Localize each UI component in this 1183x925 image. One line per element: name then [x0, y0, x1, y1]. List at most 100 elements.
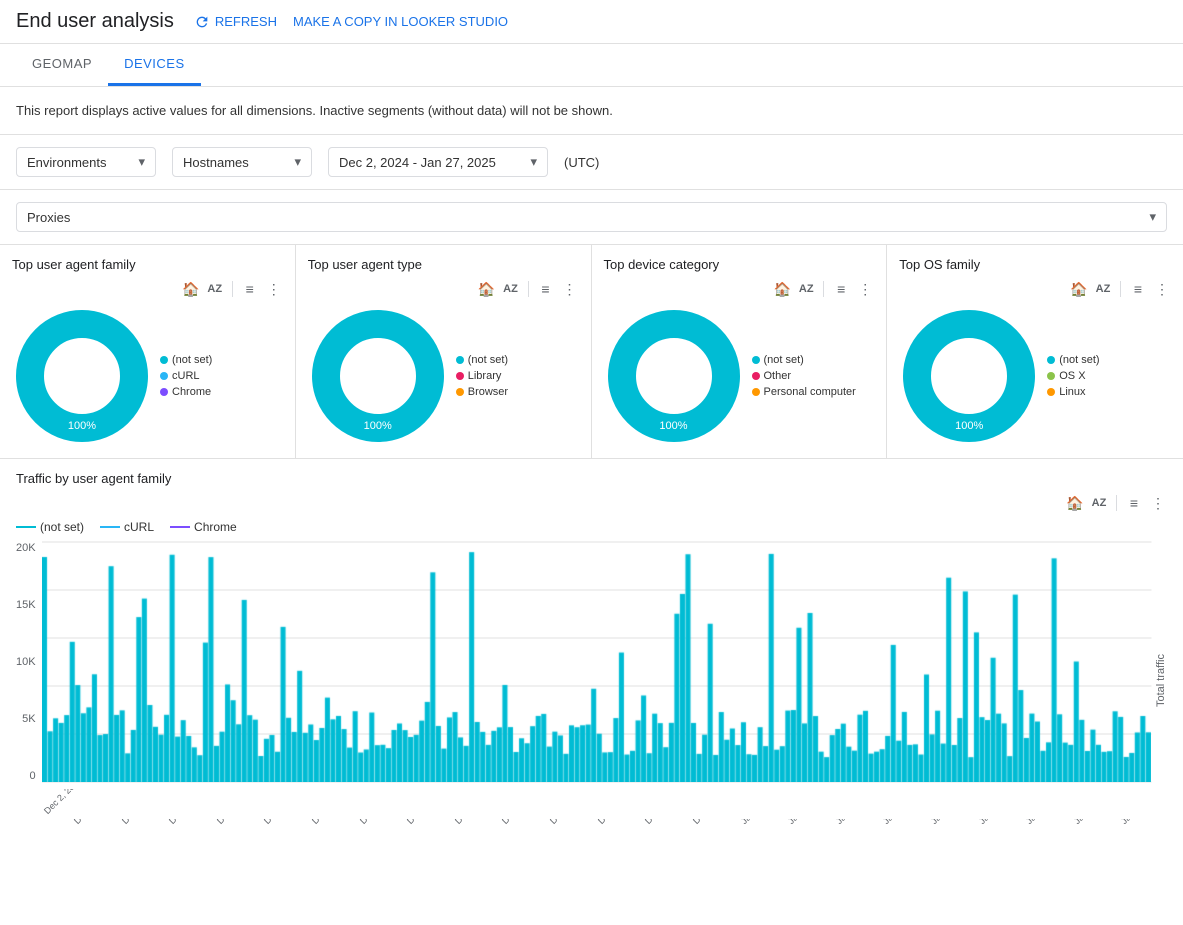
- legend-item-1-2: cURL: [160, 370, 212, 382]
- donut-label-3: 100%: [659, 420, 687, 432]
- traffic-chart-area: 20K 15K 10K 5K 0 Dec 2, 2024, 12AM: [16, 542, 1167, 819]
- az-icon-2[interactable]: AZ: [502, 280, 520, 298]
- chart-title-user-agent-type: Top user agent type: [308, 257, 579, 272]
- date-chevron-icon: ▾: [530, 154, 537, 170]
- home-icon-4[interactable]: 🏠: [1070, 280, 1088, 298]
- traffic-legend-line-2: [100, 526, 120, 528]
- hostnames-chevron-icon: ▾: [294, 154, 301, 170]
- chart-card-os-family: Top OS family 🏠 AZ ≡ ⋮ 100% (not set): [887, 245, 1183, 458]
- filters-row-1: Environments ▾ Hostnames ▾ Dec 2, 2024 -…: [0, 135, 1183, 190]
- traffic-legend-label-1: (not set): [40, 520, 84, 534]
- more-icon-1[interactable]: ⋮: [265, 280, 283, 298]
- filter-icon-traffic[interactable]: ≡: [1125, 494, 1143, 512]
- proxies-chevron-icon: ▾: [1149, 209, 1156, 225]
- tab-geomap[interactable]: GEOMAP: [16, 44, 108, 86]
- chart-toolbar-3: 🏠 AZ ≡ ⋮: [604, 280, 875, 298]
- az-icon-1[interactable]: AZ: [206, 280, 224, 298]
- legend-dot-3-3: [752, 388, 760, 396]
- info-bar: This report displays active values for a…: [0, 87, 1183, 135]
- more-icon-4[interactable]: ⋮: [1153, 280, 1171, 298]
- legend-label-3-3: Personal computer: [764, 386, 856, 398]
- chart-title-os-family: Top OS family: [899, 257, 1171, 272]
- legend-label-1-3: Chrome: [172, 386, 211, 398]
- donut-chart-3: 100%: [604, 306, 744, 446]
- legend-dot-4-3: [1047, 388, 1055, 396]
- info-text: This report displays active values for a…: [16, 103, 613, 118]
- environments-label: Environments: [27, 155, 106, 170]
- legend-label-3-1: (not set): [764, 354, 804, 366]
- x-label: Dec 2, 2024, 12AM: [42, 789, 104, 816]
- donut-chart-2: 100%: [308, 306, 448, 446]
- filter-icon-2[interactable]: ≡: [537, 280, 555, 298]
- legend-label-2-1: (not set): [468, 354, 508, 366]
- chart-toolbar-2: 🏠 AZ ≡ ⋮: [308, 280, 579, 298]
- filter-icon-4[interactable]: ≡: [1129, 280, 1147, 298]
- legend-label-2-3: Browser: [468, 386, 508, 398]
- legend-dot-1-1: [160, 356, 168, 364]
- az-icon-3[interactable]: AZ: [797, 280, 815, 298]
- tabs-bar: GEOMAP DEVICES: [0, 44, 1183, 87]
- legend-dot-1-2: [160, 372, 168, 380]
- legend-3: (not set) Other Personal computer: [752, 354, 856, 398]
- proxies-filter[interactable]: Proxies ▾: [16, 202, 1167, 232]
- chart-title-user-agent-family: Top user agent family: [12, 257, 283, 272]
- x-axis-labels: Dec 2, 2024, 12AM: [42, 789, 1151, 819]
- legend-1: (not set) cURL Chrome: [160, 354, 212, 398]
- legend-item-3-1: (not set): [752, 354, 856, 366]
- chart-card-user-agent-type: Top user agent type 🏠 AZ ≡ ⋮ 100% (not s…: [296, 245, 592, 458]
- donut-chart-1: 100%: [12, 306, 152, 446]
- filter-icon-1[interactable]: ≡: [241, 280, 259, 298]
- more-icon-3[interactable]: ⋮: [856, 280, 874, 298]
- donut-label-2: 100%: [364, 420, 392, 432]
- filter-icon-3[interactable]: ≡: [832, 280, 850, 298]
- tab-devices[interactable]: DEVICES: [108, 44, 201, 86]
- x-axis-container: Dec 2, 2024, 12AMDec 4, 2024, 5AMDec 6, …: [72, 819, 1167, 899]
- traffic-legend-line-3: [170, 526, 190, 528]
- environments-filter[interactable]: Environments ▾: [16, 147, 156, 177]
- copy-button[interactable]: MAKE A COPY IN LOOKER STUDIO: [293, 14, 508, 29]
- traffic-title: Traffic by user agent family: [16, 471, 1167, 486]
- hostnames-filter[interactable]: Hostnames ▾: [172, 147, 312, 177]
- refresh-button[interactable]: REFRESH: [194, 14, 277, 30]
- home-icon-1[interactable]: 🏠: [182, 280, 200, 298]
- divider-4: [1120, 281, 1121, 297]
- home-icon-3[interactable]: 🏠: [773, 280, 791, 298]
- donut-container-2: 100% (not set) Library Browser: [308, 306, 579, 446]
- az-icon-traffic[interactable]: AZ: [1090, 494, 1108, 512]
- legend-item-3-2: Other: [752, 370, 856, 382]
- y-tick-10k: 10K: [16, 656, 36, 668]
- page-header: End user analysis REFRESH MAKE A COPY IN…: [0, 0, 1183, 44]
- legend-4: (not set) OS X Linux: [1047, 354, 1099, 398]
- x-axis-label: Jan 24, 2025, 6PM: [1119, 819, 1167, 826]
- traffic-legend-line-1: [16, 526, 36, 528]
- date-range-label: Dec 2, 2024 - Jan 27, 2025: [339, 155, 496, 170]
- traffic-legend-item-2: cURL: [100, 520, 154, 534]
- legend-item-1-1: (not set): [160, 354, 212, 366]
- home-icon-2[interactable]: 🏠: [478, 280, 496, 298]
- home-icon-traffic[interactable]: 🏠: [1066, 494, 1084, 512]
- legend-item-2-2: Library: [456, 370, 508, 382]
- chart-title-device-category: Top device category: [604, 257, 875, 272]
- legend-item-4-2: OS X: [1047, 370, 1099, 382]
- copy-label: MAKE A COPY IN LOOKER STUDIO: [293, 14, 508, 29]
- legend-dot-2-1: [456, 356, 464, 364]
- chart-toolbar-4: 🏠 AZ ≡ ⋮: [899, 280, 1171, 298]
- donut-container-3: 100% (not set) Other Personal computer: [604, 306, 875, 446]
- chart-card-user-agent-family: Top user agent family 🏠 AZ ≡ ⋮ 100% (not…: [0, 245, 296, 458]
- legend-dot-4-2: [1047, 372, 1055, 380]
- legend-dot-4-1: [1047, 356, 1055, 364]
- donut-chart-4: 100%: [899, 306, 1039, 446]
- legend-label-1-2: cURL: [172, 370, 200, 382]
- y-axis-label: Total traffic: [1155, 542, 1167, 819]
- date-range-filter[interactable]: Dec 2, 2024 - Jan 27, 2025 ▾: [328, 147, 548, 177]
- traffic-chart-toolbar: 🏠 AZ ≡ ⋮: [16, 494, 1167, 512]
- az-icon-4[interactable]: AZ: [1094, 280, 1112, 298]
- traffic-chart-inner: Dec 2, 2024, 12AM: [42, 542, 1151, 819]
- legend-item-1-3: Chrome: [160, 386, 212, 398]
- legend-dot-3-1: [752, 356, 760, 364]
- legend-label-4-2: OS X: [1059, 370, 1085, 382]
- more-icon-2[interactable]: ⋮: [561, 280, 579, 298]
- hostnames-label: Hostnames: [183, 155, 249, 170]
- more-icon-traffic[interactable]: ⋮: [1149, 494, 1167, 512]
- legend-item-2-3: Browser: [456, 386, 508, 398]
